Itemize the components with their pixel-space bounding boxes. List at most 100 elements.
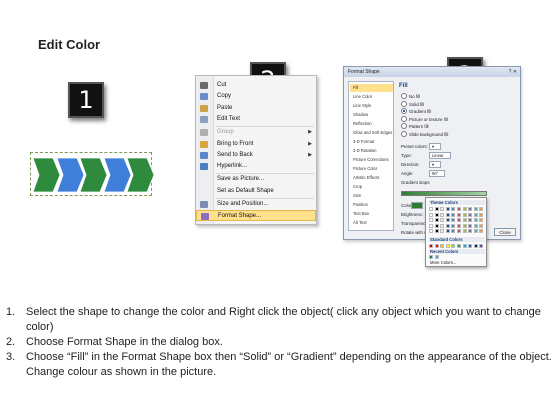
chevron-arrow-shape[interactable] xyxy=(127,156,155,194)
dialog-nav-item[interactable]: Picture Corrections xyxy=(350,156,393,164)
dialog-nav-item[interactable]: Alt Text xyxy=(350,219,393,227)
fill-option-radio[interactable]: Picture or texture fill xyxy=(401,116,448,122)
color-swatch[interactable] xyxy=(468,223,473,228)
color-swatch[interactable] xyxy=(440,223,445,228)
context-menu-item[interactable]: Set as Default Shape xyxy=(196,186,316,197)
context-menu-item[interactable]: Format Shape... xyxy=(196,210,316,222)
fill-option-radio[interactable]: No fill xyxy=(401,93,420,99)
selected-arrow-group[interactable] xyxy=(30,152,155,196)
color-swatch[interactable] xyxy=(445,207,450,211)
color-swatch[interactable] xyxy=(479,243,484,248)
color-swatch[interactable] xyxy=(434,207,439,211)
context-menu-item[interactable]: Cut xyxy=(196,80,316,91)
color-swatch[interactable] xyxy=(429,212,433,217)
color-swatch[interactable] xyxy=(429,218,433,222)
color-swatch[interactable] xyxy=(457,223,461,228)
color-swatch[interactable] xyxy=(473,207,478,211)
color-swatch[interactable] xyxy=(479,218,484,222)
color-swatch[interactable] xyxy=(440,229,445,233)
color-swatch[interactable] xyxy=(429,223,433,228)
context-menu-item[interactable]: Edit Text xyxy=(196,114,316,125)
dialog-nav-item[interactable]: Crop xyxy=(350,183,393,191)
close-button[interactable]: Close xyxy=(494,228,516,236)
color-swatch[interactable] xyxy=(479,229,484,233)
color-swatch[interactable] xyxy=(445,223,450,228)
fill-option-radio[interactable]: Slide background fill xyxy=(401,131,448,137)
color-swatch[interactable] xyxy=(429,243,433,248)
color-swatch[interactable] xyxy=(451,243,456,248)
context-menu-item[interactable]: Copy xyxy=(196,91,316,102)
color-swatch[interactable] xyxy=(440,243,445,248)
dialog-nav-item[interactable]: 3-D Format xyxy=(350,138,393,146)
angle-input[interactable]: 90° xyxy=(429,170,445,177)
color-swatch[interactable] xyxy=(462,207,467,211)
context-menu-item[interactable]: Send to Back ▶ xyxy=(196,150,316,161)
dialog-nav-item[interactable]: Fill xyxy=(350,84,393,92)
color-swatch[interactable] xyxy=(429,229,433,233)
context-menu-item[interactable]: Hyperlink... xyxy=(196,161,316,172)
context-menu-item[interactable]: Size and Position... xyxy=(196,199,316,210)
dialog-nav-item[interactable]: Reflection xyxy=(350,120,393,128)
more-colors-link[interactable]: More Colors... xyxy=(430,260,456,265)
dialog-nav-item[interactable]: Position xyxy=(350,201,393,209)
color-swatch[interactable] xyxy=(479,212,484,217)
direction-dropdown[interactable]: ▾ xyxy=(429,161,441,168)
color-swatch[interactable] xyxy=(468,229,473,233)
context-menu-item[interactable]: Save as Picture... xyxy=(196,174,316,185)
color-swatch[interactable] xyxy=(429,207,433,211)
context-menu-item[interactable]: Group ▶ xyxy=(196,127,316,138)
color-swatch[interactable] xyxy=(434,229,439,233)
color-swatch[interactable] xyxy=(479,207,484,211)
color-swatch[interactable] xyxy=(473,223,478,228)
color-swatch[interactable] xyxy=(468,212,473,217)
type-dropdown[interactable]: Linear xyxy=(429,152,451,159)
dialog-nav-item[interactable]: Artistic Effects xyxy=(350,174,393,182)
color-swatch[interactable] xyxy=(434,243,439,248)
dialog-nav-item[interactable]: Glow and Soft Edges xyxy=(350,129,393,137)
dialog-nav-item[interactable]: Text Box xyxy=(350,210,393,218)
color-swatch[interactable] xyxy=(451,229,456,233)
color-swatch[interactable] xyxy=(451,212,456,217)
color-swatch[interactable] xyxy=(451,223,456,228)
color-swatch[interactable] xyxy=(473,229,478,233)
color-swatch[interactable] xyxy=(440,212,445,217)
color-swatch[interactable] xyxy=(462,212,467,217)
color-swatch[interactable] xyxy=(445,243,450,248)
dialog-nav-item[interactable]: 3-D Rotation xyxy=(350,147,393,155)
gradient-stops-bar[interactable] xyxy=(401,191,487,196)
color-swatch[interactable] xyxy=(457,218,461,222)
color-swatch[interactable] xyxy=(473,243,478,248)
color-swatch[interactable] xyxy=(457,212,461,217)
color-swatch[interactable] xyxy=(434,255,439,259)
color-swatch[interactable] xyxy=(462,218,467,222)
color-swatch[interactable] xyxy=(457,229,461,233)
dialog-window-buttons[interactable]: ? ✕ xyxy=(509,69,517,75)
fill-option-radio[interactable]: Solid fill xyxy=(401,101,424,107)
color-swatch[interactable] xyxy=(451,218,456,222)
preset-colors-dropdown[interactable]: ▾ xyxy=(429,143,441,150)
color-swatch[interactable] xyxy=(445,229,450,233)
dialog-nav-item[interactable]: Line Style xyxy=(350,102,393,110)
color-swatch[interactable] xyxy=(468,243,473,248)
color-swatch[interactable] xyxy=(440,207,445,211)
color-swatch[interactable] xyxy=(451,207,456,211)
dialog-nav-item[interactable]: Size xyxy=(350,192,393,200)
color-swatch[interactable] xyxy=(479,223,484,228)
color-swatch[interactable] xyxy=(445,212,450,217)
context-menu-item[interactable]: Paste xyxy=(196,103,316,114)
color-dropdown[interactable] xyxy=(411,202,423,209)
fill-option-radio[interactable]: Gradient fill xyxy=(401,108,431,114)
color-swatch[interactable] xyxy=(434,212,439,217)
dialog-nav-item[interactable]: Line Color xyxy=(350,93,393,101)
color-swatch[interactable] xyxy=(440,218,445,222)
context-menu-item[interactable]: Bring to Front ▶ xyxy=(196,139,316,150)
color-swatch[interactable] xyxy=(468,218,473,222)
color-swatch[interactable] xyxy=(434,218,439,222)
color-swatch[interactable] xyxy=(434,223,439,228)
color-swatch[interactable] xyxy=(462,243,467,248)
color-swatch[interactable] xyxy=(457,243,461,248)
fill-option-radio[interactable]: Pattern fill xyxy=(401,123,429,129)
color-swatch[interactable] xyxy=(473,218,478,222)
color-swatch[interactable] xyxy=(473,212,478,217)
color-swatch[interactable] xyxy=(462,223,467,228)
